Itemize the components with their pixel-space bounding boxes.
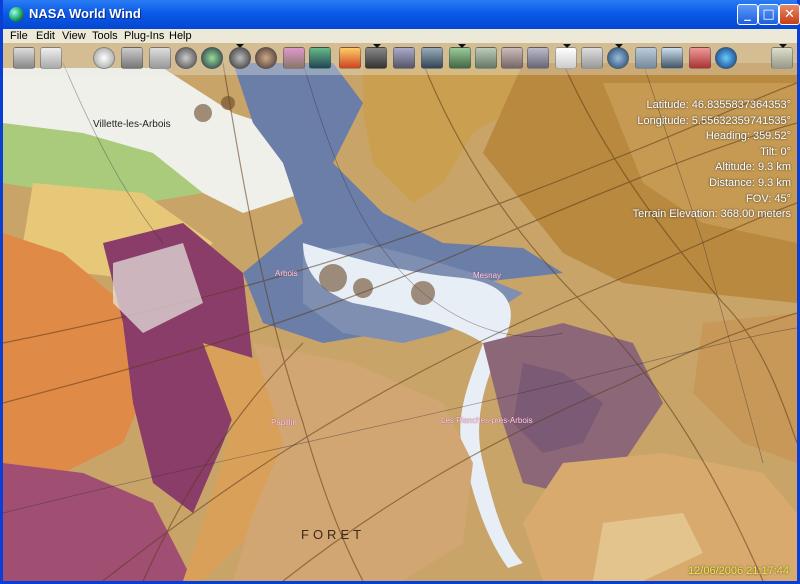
maximize-button[interactable]: □ — [758, 4, 779, 25]
window-title: NASA World Wind — [29, 6, 141, 21]
close-button[interactable]: ✕ — [779, 4, 800, 25]
main-window: NASA World Wind _ □ ✕ File Edit View Too… — [0, 0, 800, 584]
menu-view[interactable]: View — [62, 29, 86, 43]
topo-icon[interactable] — [475, 47, 497, 69]
menu-plugins[interactable]: Plug-Ins — [124, 29, 164, 43]
ruler-icon[interactable] — [689, 47, 711, 69]
menu-bar: File Edit View Tools Plug-Ins Help — [3, 29, 797, 43]
info-icon[interactable] — [661, 47, 683, 69]
moon-icon[interactable] — [229, 47, 251, 69]
latitude-readout: Latitude: 46.8355837364353° — [646, 99, 791, 111]
chevron-down-icon[interactable] — [779, 44, 787, 48]
place-foret: FORET — [301, 527, 366, 542]
usgs-icon[interactable] — [527, 47, 549, 69]
layers-icon[interactable] — [40, 47, 62, 69]
globe-viewport[interactable]: Villette-les-Arbois Arbois Mesnay Papill… — [3, 43, 797, 581]
modis-icon[interactable] — [365, 47, 387, 69]
terrain-icon[interactable] — [449, 47, 471, 69]
places-icon[interactable] — [635, 47, 657, 69]
flag-icon[interactable] — [607, 47, 629, 69]
title-bar[interactable]: NASA World Wind _ □ ✕ — [3, 0, 800, 29]
animated-clouds-icon[interactable] — [393, 47, 415, 69]
chevron-down-icon[interactable] — [373, 44, 381, 48]
position-readout: Latitude: 46.8355837364353° Longitude: 5… — [633, 98, 791, 223]
world-wind-app-icon[interactable] — [9, 7, 24, 22]
terrain-elevation-readout: Terrain Elevation: 368.00 meters — [632, 208, 791, 221]
search-icon[interactable] — [149, 47, 171, 69]
globe-icon[interactable] — [175, 47, 197, 69]
bookmark-icon[interactable] — [581, 47, 603, 69]
heading-readout: Heading: 359.52° — [705, 130, 791, 143]
landsat-icon[interactable] — [339, 47, 361, 69]
chevron-down-icon[interactable] — [563, 44, 571, 48]
date-time-readout: 12/06/2006 21:17:44 — [688, 565, 789, 577]
clock-icon[interactable] — [93, 47, 115, 69]
placemark-icon[interactable] — [715, 47, 737, 69]
menu-tools[interactable]: Tools — [92, 29, 118, 43]
place-mesnay: Mesnay — [473, 271, 502, 280]
satellite-icon[interactable] — [309, 47, 331, 69]
world-icon[interactable] — [121, 47, 143, 69]
place-villette: Villette-les-Arbois — [93, 119, 171, 130]
altitude-readout: Altitude: 9.3 km — [715, 161, 791, 174]
geology-icon[interactable] — [501, 47, 523, 69]
chevron-down-icon[interactable] — [615, 44, 623, 48]
menu-edit[interactable]: Edit — [36, 29, 55, 43]
longitude-readout: Longitude: 5.55632359741535° — [637, 114, 791, 127]
rapid-fire-icon[interactable] — [421, 47, 443, 69]
tilt-readout: Tilt: 0° — [760, 145, 791, 158]
map-icon[interactable] — [555, 47, 577, 69]
mars-icon[interactable] — [255, 47, 277, 69]
fov-readout: FOV: 45° — [746, 192, 791, 205]
layer-toolbar — [3, 43, 797, 75]
distance-readout: Distance: 9.3 km — [709, 176, 791, 189]
place-arbois: Arbois — [275, 269, 298, 278]
jupiter-icon[interactable] — [283, 47, 305, 69]
menu-file[interactable]: File — [10, 29, 28, 43]
compass-icon[interactable] — [13, 47, 35, 69]
earth-icon[interactable] — [201, 47, 223, 69]
minimize-button[interactable]: _ — [737, 4, 758, 25]
settings-icon[interactable] — [771, 47, 793, 69]
menu-help[interactable]: Help — [169, 29, 192, 43]
chevron-down-icon[interactable] — [458, 44, 466, 48]
place-les-planches: Les Planches-près-Arbois — [441, 416, 533, 425]
place-papillin: Papillin — [271, 418, 297, 427]
